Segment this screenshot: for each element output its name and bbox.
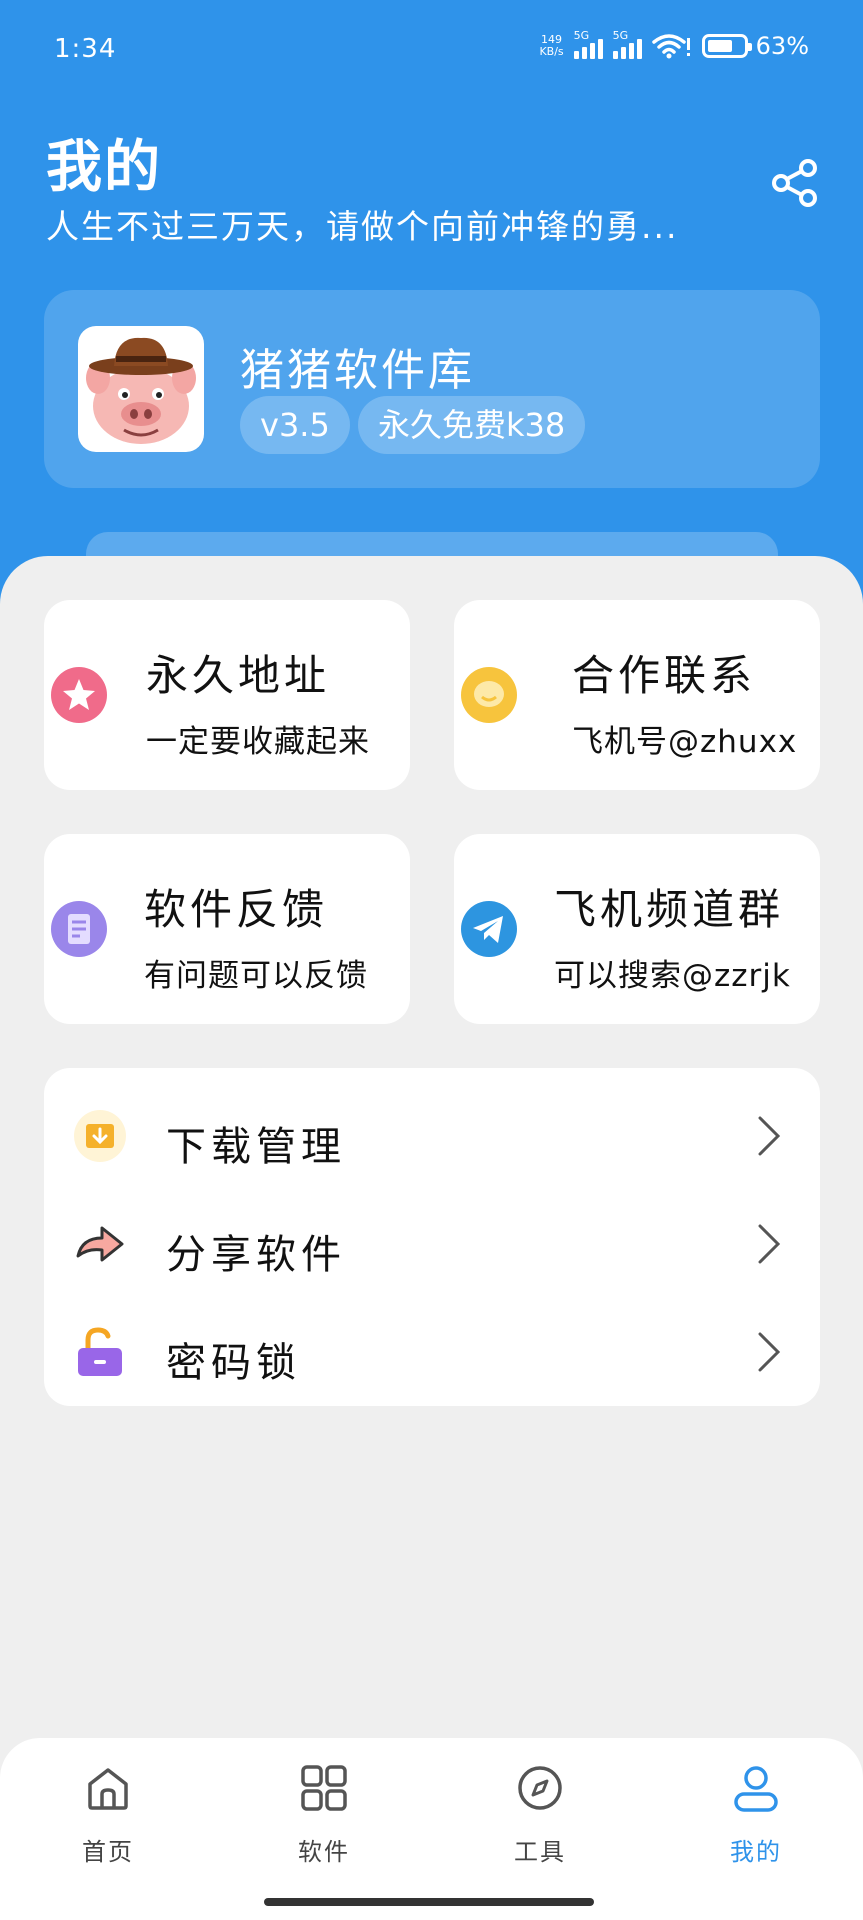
feedback-document-icon bbox=[51, 901, 107, 957]
home-icon bbox=[88, 1768, 128, 1810]
share-icon[interactable] bbox=[768, 156, 822, 210]
cellular-signal-2-icon: 5G bbox=[612, 29, 642, 59]
menu-list: 下载管理 分享软件 密码锁 bbox=[44, 1068, 820, 1406]
nav-tab-tools[interactable]: 工具 bbox=[470, 1762, 610, 1872]
page-subtitle: 人生不过三万天，请做个向前冲锋的勇... bbox=[46, 207, 679, 246]
nav-tab-home[interactable]: 首页 bbox=[38, 1762, 178, 1872]
menu-label: 下载管理 bbox=[166, 1124, 346, 1170]
telegram-icon bbox=[461, 901, 517, 957]
share-arrow-icon bbox=[76, 1226, 124, 1262]
battery-icon bbox=[701, 34, 752, 58]
bottom-nav: 首页 软件 工具 我的 bbox=[0, 1738, 863, 1920]
nav-label: 首页 bbox=[82, 1838, 134, 1866]
feature-desc: 有问题可以反馈 bbox=[144, 958, 368, 994]
nav-label: 工具 bbox=[514, 1838, 566, 1866]
chat-bubble-icon bbox=[461, 667, 517, 723]
home-indicator[interactable] bbox=[264, 1898, 594, 1906]
battery-indicator: 63% bbox=[701, 32, 809, 60]
pig-cowboy-logo-icon bbox=[86, 337, 196, 444]
profile-card[interactable]: 猪猪软件库 v3.5 永久免费k38 bbox=[44, 290, 820, 488]
feature-title: 永久地址 bbox=[146, 651, 331, 700]
chevron-right-icon bbox=[758, 1116, 781, 1156]
cellular-signal-1-icon: 5G bbox=[573, 29, 603, 59]
feature-desc: 飞机号@zhuxx bbox=[572, 724, 798, 760]
compass-icon bbox=[518, 1766, 562, 1810]
feature-title: 软件反馈 bbox=[144, 885, 329, 934]
nav-tab-software[interactable]: 软件 bbox=[254, 1762, 394, 1872]
feature-card-feedback[interactable]: 软件反馈 有问题可以反馈 bbox=[44, 834, 410, 1024]
wifi-icon bbox=[651, 34, 690, 59]
menu-label: 密码锁 bbox=[166, 1340, 301, 1386]
unlocked-padlock-icon bbox=[78, 1327, 122, 1376]
status-time: 1:34 bbox=[54, 34, 117, 64]
feature-card-telegram-channel[interactable]: 飞机频道群 可以搜索@zzrjk bbox=[454, 834, 820, 1024]
feature-card-cooperation[interactable]: 合作联系 飞机号@zhuxx bbox=[454, 600, 820, 790]
feature-desc: 一定要收藏起来 bbox=[146, 724, 370, 760]
page-title: 我的 bbox=[46, 135, 162, 200]
feature-card-permanent-address[interactable]: 永久地址 一定要收藏起来 bbox=[44, 600, 410, 790]
user-icon bbox=[734, 1766, 778, 1812]
status-indicators: 149 KB/s 5G 5G 63% bbox=[539, 29, 809, 60]
nav-tab-mine[interactable]: 我的 bbox=[686, 1762, 826, 1872]
chevron-right-icon bbox=[758, 1224, 781, 1264]
app-avatar bbox=[78, 326, 204, 452]
star-icon bbox=[51, 667, 107, 723]
feature-title: 飞机频道群 bbox=[554, 885, 785, 934]
menu-item-share-software[interactable]: 分享软件 bbox=[44, 1194, 820, 1294]
status-bar: 1:34 149 KB/s 5G 5G 63% bbox=[0, 28, 863, 72]
menu-item-password-lock[interactable]: 密码锁 bbox=[44, 1302, 820, 1402]
menu-label: 分享软件 bbox=[166, 1232, 346, 1278]
free-badge: 永久免费k38 bbox=[358, 396, 586, 454]
menu-item-download-management[interactable]: 下载管理 bbox=[44, 1086, 820, 1186]
nav-label: 我的 bbox=[730, 1838, 782, 1866]
feature-desc: 可以搜索@zzrjk bbox=[554, 958, 791, 994]
profile-name: 猪猪软件库 bbox=[240, 345, 475, 396]
chevron-right-icon bbox=[758, 1332, 781, 1372]
nav-label: 软件 bbox=[298, 1838, 350, 1866]
download-folder-icon bbox=[74, 1110, 126, 1162]
version-badge: v3.5 bbox=[240, 396, 350, 454]
network-speed: 149 KB/s bbox=[539, 33, 564, 58]
grid-apps-icon bbox=[301, 1765, 347, 1811]
feature-title: 合作联系 bbox=[572, 651, 757, 700]
